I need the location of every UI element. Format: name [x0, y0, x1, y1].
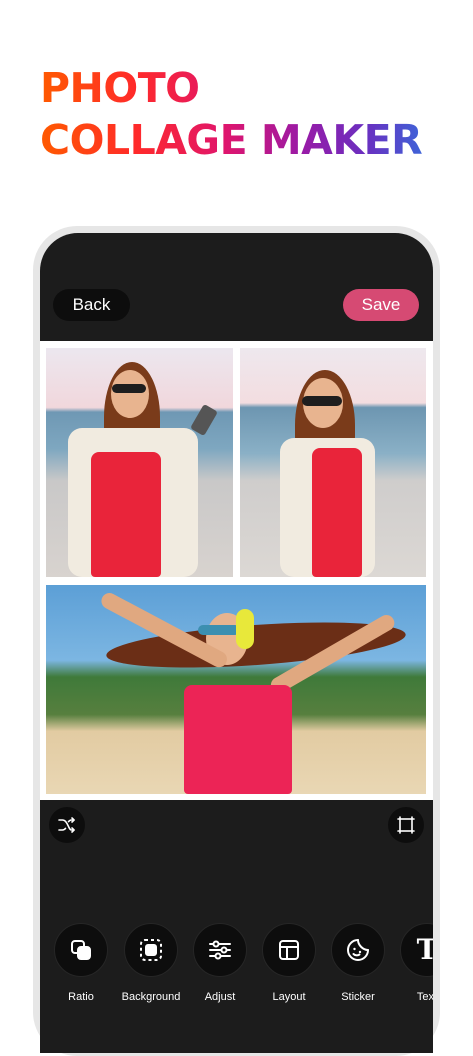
crop-button[interactable] — [388, 807, 424, 843]
shuffle-icon — [58, 817, 75, 833]
tool-label: Text — [416, 991, 433, 1003]
tool-label: Layout — [272, 991, 306, 1003]
text-icon: T — [416, 933, 433, 966]
tool-label: Sticker — [341, 991, 375, 1003]
photo-subject — [46, 348, 233, 577]
photo-subject — [240, 348, 426, 577]
tool-layout[interactable]: Layout — [254, 923, 324, 1003]
app-headline: PHOTO COLLAGE MAKER — [40, 62, 423, 166]
collage-photo-1[interactable] — [46, 348, 233, 577]
tool-label: Adjust — [204, 991, 236, 1003]
tool-background[interactable]: Background — [116, 923, 186, 1003]
tool-ratio[interactable]: Ratio — [46, 923, 116, 1003]
layout-icon — [279, 940, 299, 960]
collage-photo-3[interactable] — [46, 585, 426, 794]
shuffle-button[interactable] — [49, 807, 85, 843]
background-icon — [140, 939, 162, 961]
back-button[interactable]: Back — [53, 289, 130, 321]
ratio-icon — [71, 940, 91, 960]
tool-adjust[interactable]: Adjust — [185, 923, 255, 1003]
tool-label: Background — [121, 991, 181, 1003]
sticker-icon — [347, 939, 369, 961]
editor-top-bar: Back Save — [40, 233, 433, 341]
save-button[interactable]: Save — [343, 289, 419, 321]
collage-canvas — [40, 341, 433, 800]
tool-text[interactable]: T Text — [392, 923, 433, 1003]
crop-icon — [397, 816, 415, 834]
tool-sticker[interactable]: Sticker — [323, 923, 393, 1003]
phone-screen: Back Save Ratio Background Adjust Layout… — [40, 233, 433, 1053]
headline-line-2: COLLAGE MAKER — [40, 116, 423, 164]
adjust-icon — [209, 940, 231, 960]
photo-subject — [46, 585, 426, 794]
headline-line-1: PHOTO — [40, 62, 215, 114]
collage-photo-2[interactable] — [240, 348, 426, 577]
tool-label: Ratio — [68, 991, 94, 1003]
editor-toolbar: Ratio Background Adjust Layout Sticker T… — [40, 923, 433, 1023]
